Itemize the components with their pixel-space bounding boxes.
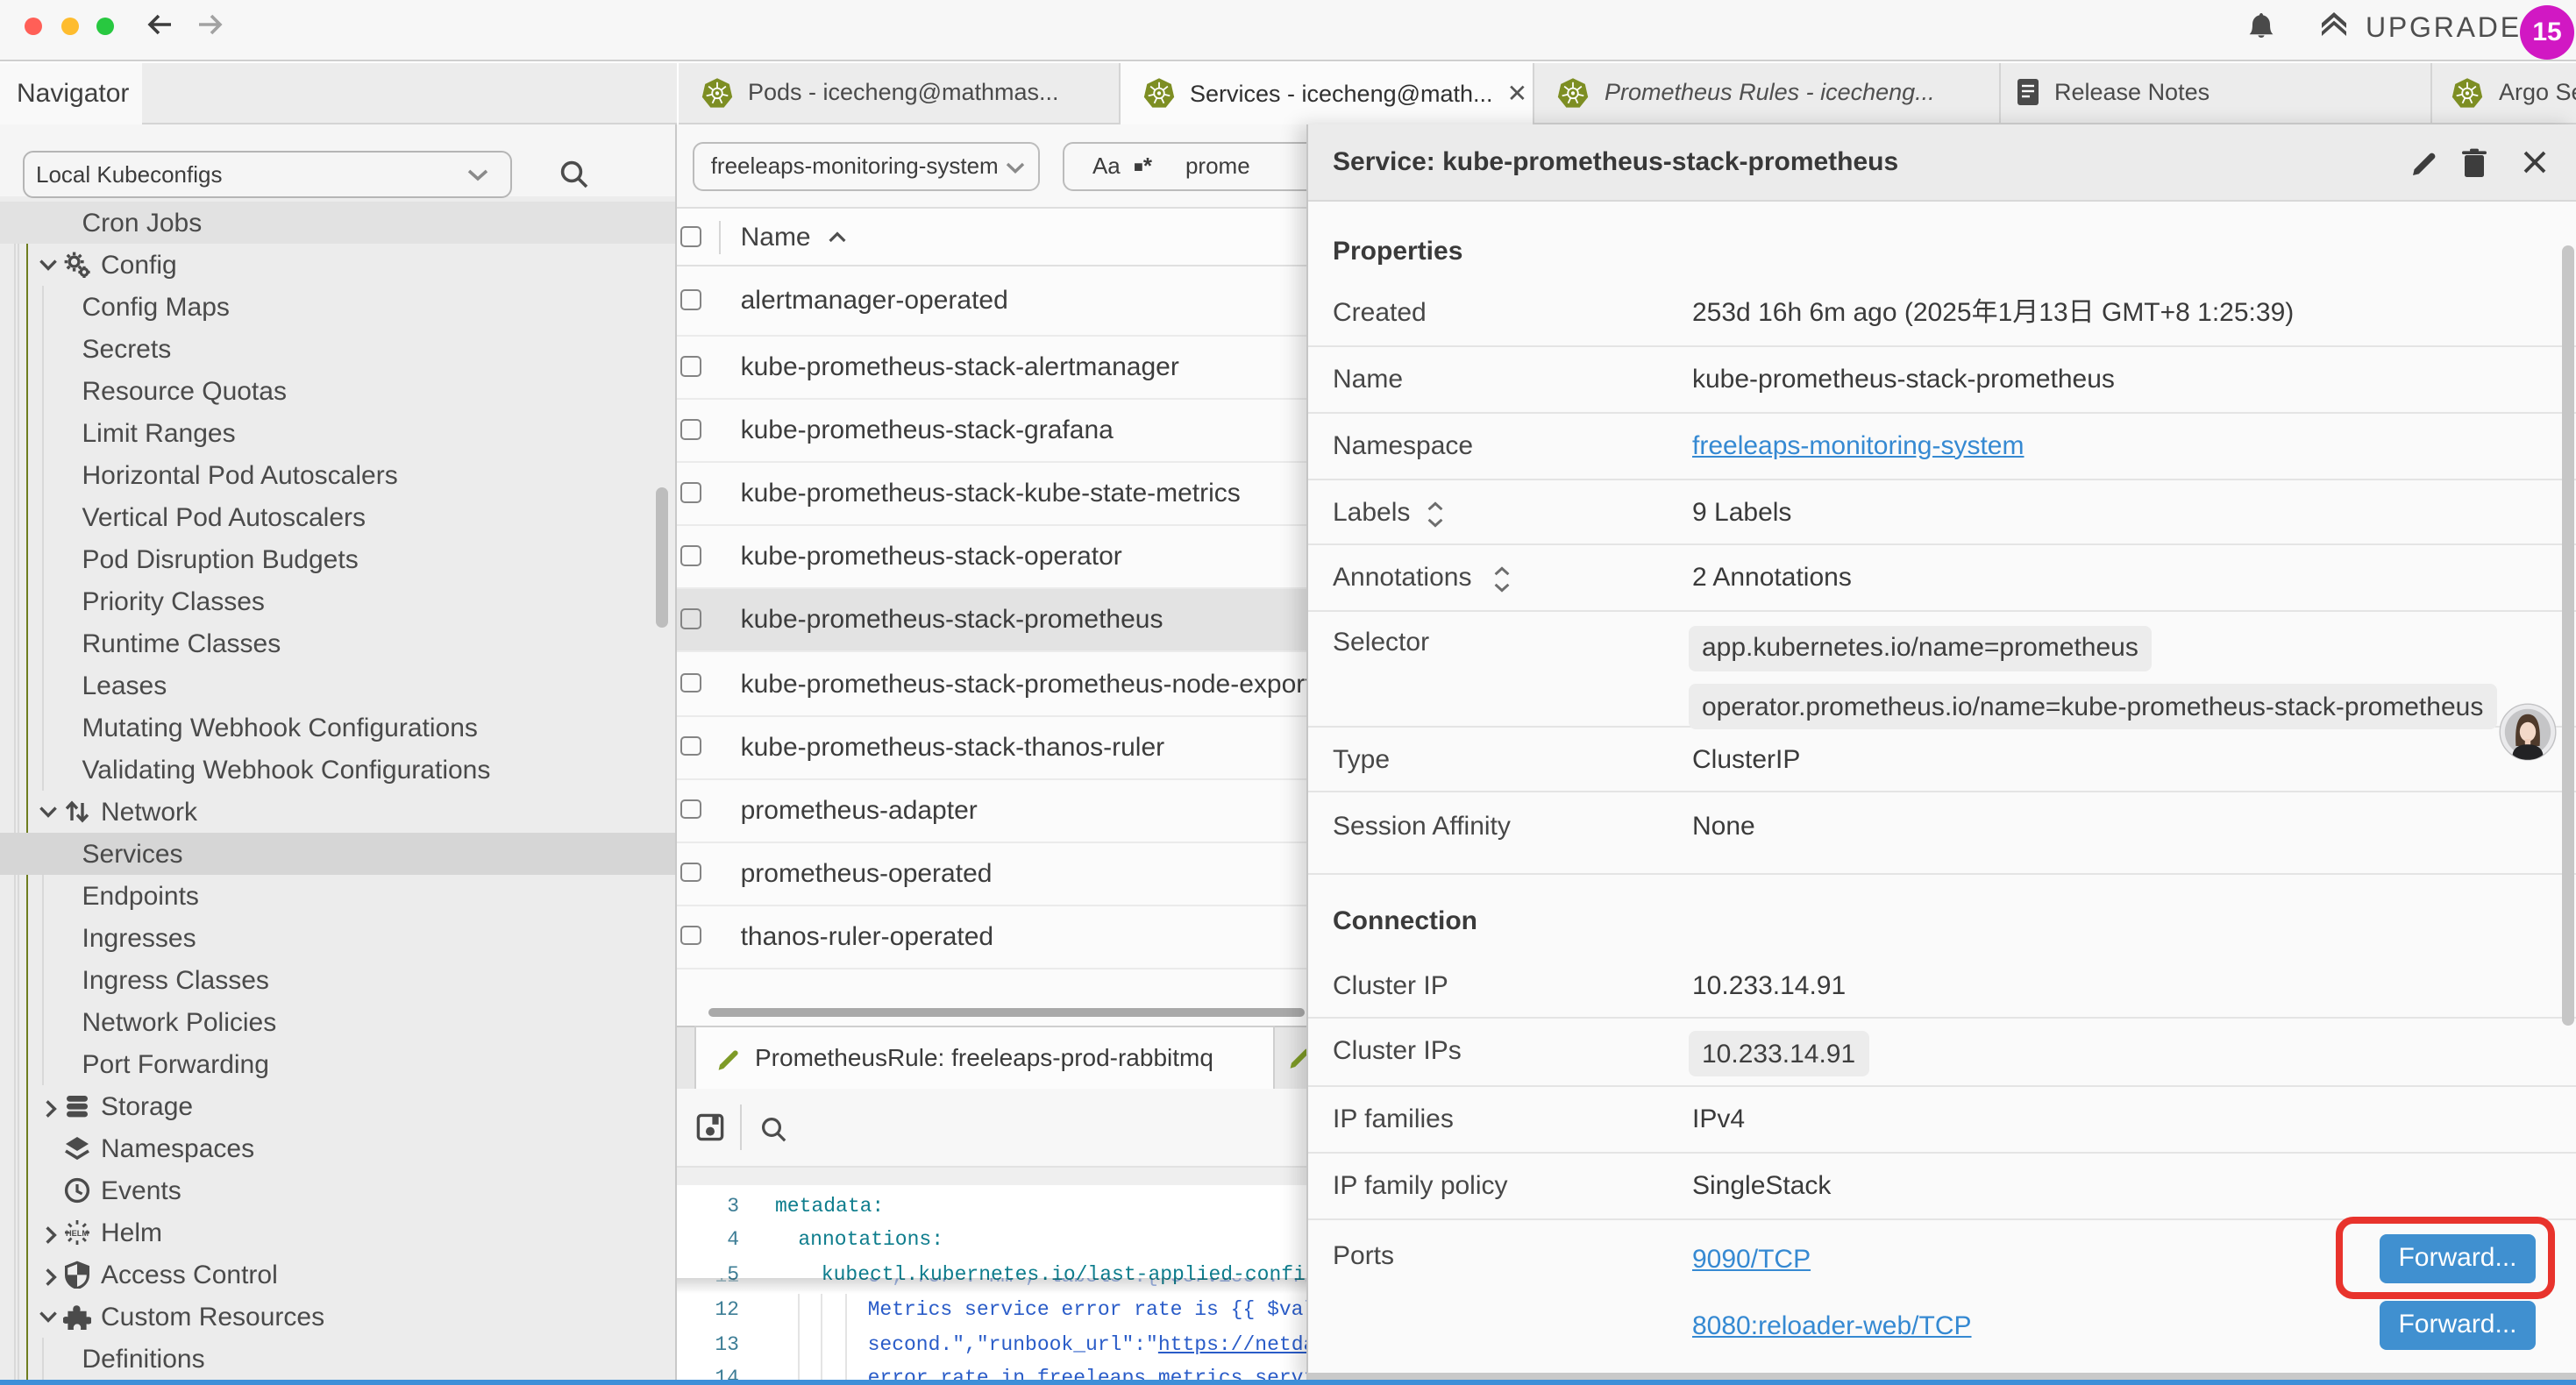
svg-text:HELM: HELM [66, 1229, 89, 1238]
